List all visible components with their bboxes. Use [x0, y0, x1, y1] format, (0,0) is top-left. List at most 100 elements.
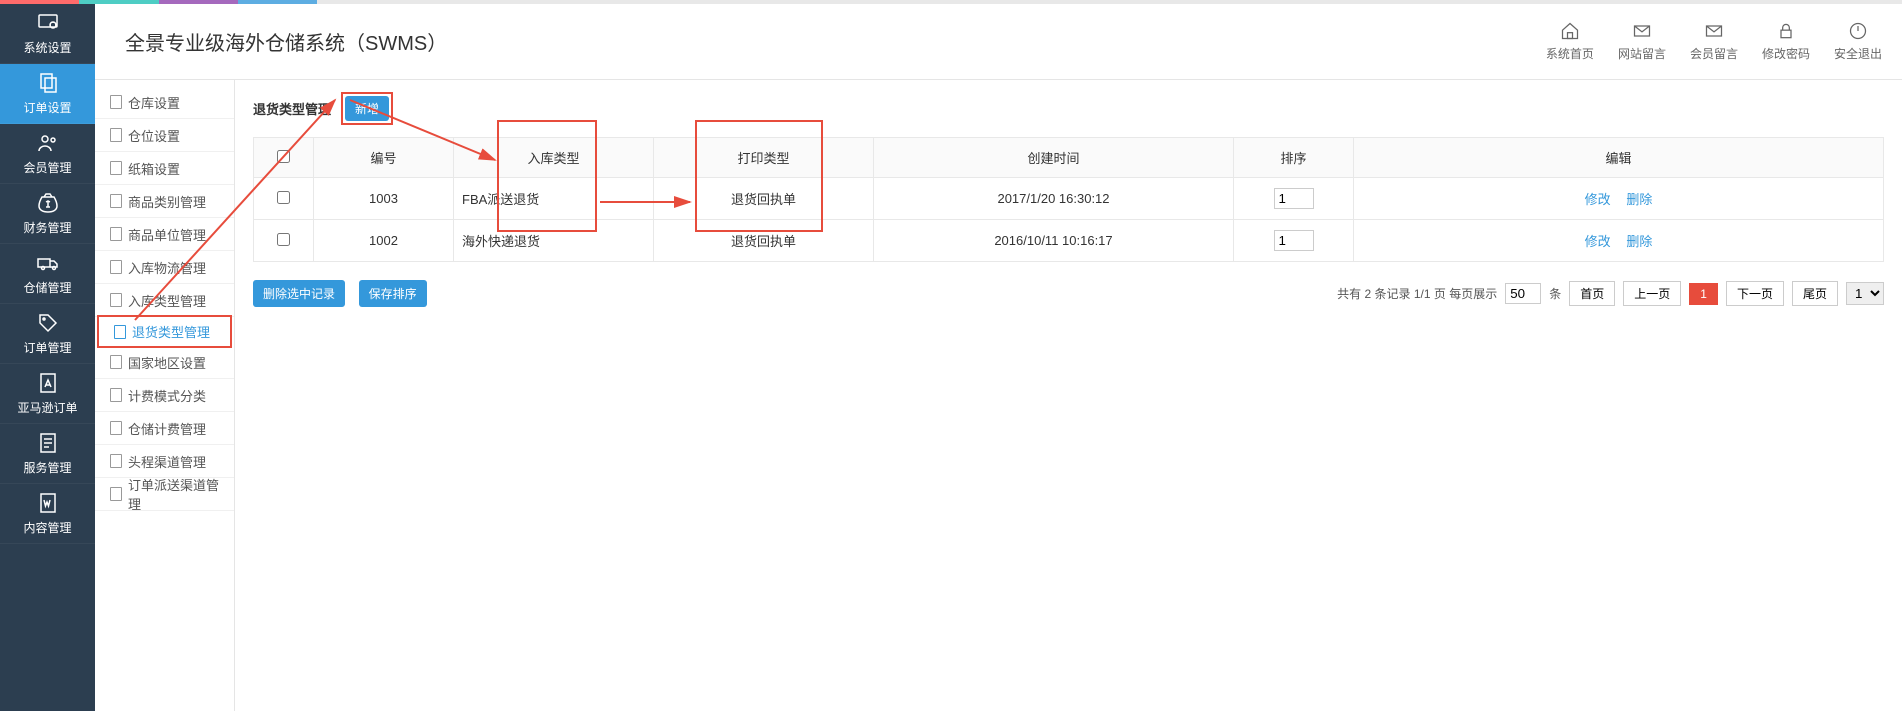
- per-page-input[interactable]: [1505, 283, 1541, 304]
- doc-icon: [110, 355, 122, 369]
- page-header: 全景专业级海外仓储系统（SWMS） 系统首页 网站留言 会员留言 修改密码: [95, 4, 1902, 80]
- header-home[interactable]: 系统首页: [1546, 21, 1594, 62]
- sidebar-label: 仓储管理: [23, 279, 71, 296]
- sidebar-label: 内容管理: [23, 519, 71, 536]
- edit-link[interactable]: 修改: [1585, 192, 1611, 207]
- table-row: 1002 海外快递退货 退货回执单 2016/10/11 10:16:17 修改…: [254, 220, 1884, 262]
- submenu-inbound-type[interactable]: 入库类型管理: [95, 284, 234, 317]
- submenu-location-setup[interactable]: 仓位设置: [95, 119, 234, 152]
- cell-print: 退货回执单: [654, 220, 874, 262]
- doc-icon: [110, 260, 122, 274]
- last-page-button[interactable]: 尾页: [1792, 281, 1838, 306]
- save-sort-button[interactable]: 保存排序: [359, 280, 427, 307]
- sidebar-item-warehouse[interactable]: 仓储管理: [0, 244, 95, 304]
- data-table: 编号 入库类型 打印类型 创建时间 排序 编辑 1003 FBA派送退货: [253, 137, 1884, 262]
- next-page-button[interactable]: 下一页: [1726, 281, 1784, 306]
- document-icon: [36, 431, 60, 455]
- sort-input[interactable]: [1274, 230, 1314, 251]
- sort-input[interactable]: [1274, 188, 1314, 209]
- sidebar-item-system[interactable]: 系统设置: [0, 4, 95, 64]
- submenu-billing-mode[interactable]: 计费模式分类: [95, 379, 234, 412]
- doc-icon: [110, 293, 122, 307]
- cell-print: 退货回执单: [654, 178, 874, 220]
- sidebar-label: 服务管理: [23, 459, 71, 476]
- sidebar-item-services[interactable]: 服务管理: [0, 424, 95, 484]
- gear-monitor-icon: [36, 11, 60, 35]
- doc-icon: [110, 95, 122, 109]
- sidebar-item-members[interactable]: 会员管理: [0, 124, 95, 184]
- sidebar-item-content[interactable]: 内容管理: [0, 484, 95, 544]
- sidebar-item-orders[interactable]: 订单管理: [0, 304, 95, 364]
- col-edit: 编辑: [1354, 138, 1884, 178]
- doc-icon: [110, 128, 122, 142]
- sidebar-item-amazon[interactable]: 亚马逊订单: [0, 364, 95, 424]
- sidebar-item-order-settings[interactable]: 订单设置: [0, 64, 95, 124]
- doc-icon: [114, 325, 126, 339]
- col-id: 编号: [314, 138, 454, 178]
- new-button[interactable]: 新增: [345, 96, 389, 121]
- submenu-inbound-logistics[interactable]: 入库物流管理: [95, 251, 234, 284]
- main-sidebar: 系统设置 订单设置 会员管理 财务管理 仓储管理 订单管理 亚马逊订单 服务管: [0, 4, 95, 711]
- first-page-button[interactable]: 首页: [1569, 281, 1615, 306]
- select-all-checkbox[interactable]: [277, 150, 290, 163]
- submenu-warehouse-setup[interactable]: 仓库设置: [95, 86, 234, 119]
- sidebar-label: 财务管理: [23, 219, 71, 236]
- doc-icon: [110, 388, 122, 402]
- doc-icon: [110, 454, 122, 468]
- header-site-msg[interactable]: 网站留言: [1618, 21, 1666, 62]
- doc-icon: [110, 194, 122, 208]
- submenu-headhaul-channel[interactable]: 头程渠道管理: [95, 445, 234, 478]
- cell-time: 2017/1/20 16:30:12: [874, 178, 1234, 220]
- copy-icon: [36, 71, 60, 95]
- delete-link[interactable]: 删除: [1626, 234, 1652, 249]
- edit-link[interactable]: 修改: [1585, 234, 1611, 249]
- sidebar-item-finance[interactable]: 财务管理: [0, 184, 95, 244]
- submenu-product-unit[interactable]: 商品单位管理: [95, 218, 234, 251]
- submenu-return-type[interactable]: 退货类型管理: [97, 315, 232, 348]
- word-doc-icon: [36, 491, 60, 515]
- delete-link[interactable]: 删除: [1626, 192, 1652, 207]
- sidebar-label: 订单设置: [23, 99, 71, 116]
- row-checkbox[interactable]: [277, 233, 290, 246]
- sidebar-label: 系统设置: [23, 39, 71, 56]
- pagination-info: 共有 2 条记录 1/1 页 每页展示: [1337, 285, 1497, 302]
- submenu-country-region[interactable]: 国家地区设置: [95, 346, 234, 379]
- submenu-delivery-channel[interactable]: 订单派送渠道管理: [95, 478, 234, 511]
- app-title: 全景专业级海外仓储系统（SWMS）: [125, 27, 447, 56]
- page-body: 退货类型管理 新增 编号 入库类型 打印类型 创建时间 排序: [235, 80, 1902, 711]
- header-logout[interactable]: 安全退出: [1834, 21, 1882, 62]
- doc-icon: [110, 227, 122, 241]
- page-select[interactable]: 1: [1846, 282, 1884, 305]
- delete-selected-button[interactable]: 删除选中记录: [253, 280, 345, 307]
- submenu: 仓库设置 仓位设置 纸箱设置 商品类别管理 商品单位管理 入库物流管理 入库类型…: [95, 80, 235, 711]
- doc-icon: [110, 421, 122, 435]
- pagination: 共有 2 条记录 1/1 页 每页展示 条 首页 上一页 1 下一页 尾页 1: [1337, 281, 1884, 306]
- prev-page-button[interactable]: 上一页: [1623, 281, 1681, 306]
- submenu-carton-setup[interactable]: 纸箱设置: [95, 152, 234, 185]
- col-type: 入库类型: [454, 138, 654, 178]
- sidebar-label: 亚马逊订单: [17, 399, 77, 416]
- header-member-msg[interactable]: 会员留言: [1690, 21, 1738, 62]
- document-a-icon: [36, 371, 60, 395]
- table-row: 1003 FBA派送退货 退货回执单 2017/1/20 16:30:12 修改…: [254, 178, 1884, 220]
- submenu-storage-billing[interactable]: 仓储计费管理: [95, 412, 234, 445]
- cell-id: 1002: [314, 220, 454, 262]
- row-checkbox[interactable]: [277, 191, 290, 204]
- money-bag-icon: [36, 191, 60, 215]
- pagination-unit: 条: [1549, 285, 1561, 302]
- power-icon: [1848, 21, 1868, 41]
- cell-type: FBA派送退货: [454, 178, 654, 220]
- header-change-pwd[interactable]: 修改密码: [1762, 21, 1810, 62]
- highlight-box-new: 新增: [341, 92, 393, 125]
- submenu-product-category[interactable]: 商品类别管理: [95, 185, 234, 218]
- sidebar-label: 订单管理: [23, 339, 71, 356]
- home-icon: [1560, 21, 1580, 41]
- doc-icon: [110, 161, 122, 175]
- col-time: 创建时间: [874, 138, 1234, 178]
- mail-icon: [1704, 21, 1724, 41]
- current-page-button[interactable]: 1: [1689, 283, 1718, 305]
- col-checkbox: [254, 138, 314, 178]
- users-icon: [36, 131, 60, 155]
- sidebar-label: 会员管理: [23, 159, 71, 176]
- mail-icon: [1632, 21, 1652, 41]
